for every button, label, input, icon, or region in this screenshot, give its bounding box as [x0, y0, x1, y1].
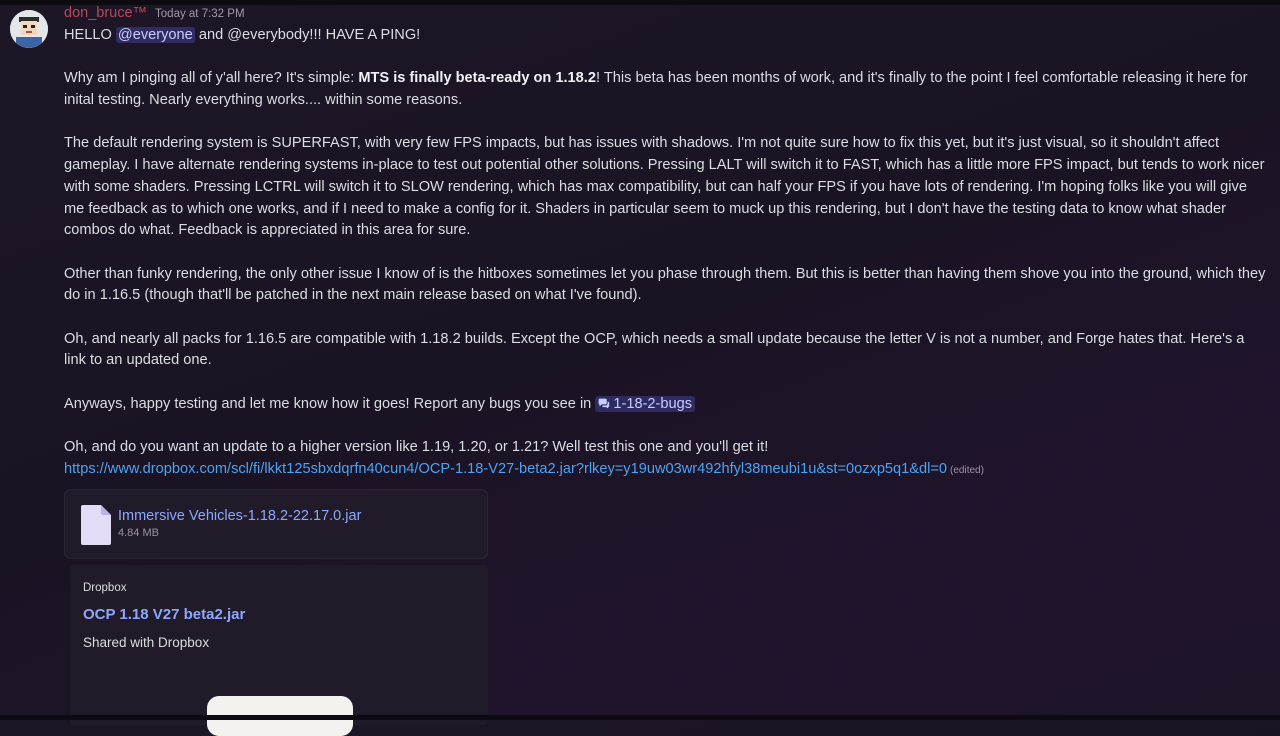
timestamp[interactable]: Today at 7:32 PM	[155, 8, 245, 20]
message-content: HELLO @everyone and @everybody!!! HAVE A…	[64, 25, 1269, 482]
embed-title[interactable]: OCP 1.18 V27 beta2.jar	[83, 606, 245, 623]
attachment-file-name[interactable]: Immersive Vehicles-1.18.2-22.17.0.jar	[118, 508, 361, 524]
message-paragraph-4: Other than funky rendering, the only oth…	[64, 265, 1266, 304]
para2-bold: MTS is finally beta-ready on 1.18.2	[358, 70, 596, 87]
message-header: don_bruce™ Today at 7:32 PM	[64, 5, 245, 25]
username[interactable]: don_bruce™	[64, 5, 147, 21]
message-paragraph-2: Why am I pinging all of y'all here? It's…	[64, 68, 1269, 111]
greeting-rest-text: and @everybody!!! HAVE A PING!	[194, 27, 421, 43]
message-paragraph-5: Oh, and nearly all packs for 1.16.5 are …	[64, 330, 1245, 369]
greeting-text: HELLO	[64, 27, 116, 43]
message-paragraph-6: Anyways, happy testing and let me know h…	[64, 394, 1269, 416]
embed-description: Shared with Dropbox	[83, 635, 210, 650]
avatar[interactable]	[10, 10, 48, 48]
para2-start: Why am I pinging all of y'all here? It's…	[64, 70, 359, 87]
link-embed: Dropbox OCP 1.18 V27 beta2.jar Shared wi…	[66, 565, 488, 736]
channel-name: 1-18-2-bugs	[613, 395, 693, 412]
file-attachment[interactable]: Immersive Vehicles-1.18.2-22.17.0.jar 4.…	[64, 489, 488, 559]
message-paragraph-7: Oh, and do you want an update to a highe…	[64, 437, 1269, 481]
forum-channel-icon	[598, 398, 610, 409]
para6-text: Anyways, happy testing and let me know h…	[64, 395, 596, 412]
file-icon	[81, 505, 111, 545]
attachment-file-size: 4.84 MB	[118, 527, 159, 539]
message-line-1: HELLO @everyone and @everybody!!! HAVE A…	[64, 25, 1269, 47]
edited-marker: (edited)	[950, 464, 984, 476]
bottom-frame-bar	[0, 715, 1280, 720]
message-paragraph-3: The default rendering system is SUPERFAS…	[64, 135, 1265, 239]
embed-provider: Dropbox	[83, 582, 127, 594]
everyone-mention[interactable]: @everyone	[115, 27, 195, 43]
para7-text: Oh, and do you want an update to a highe…	[64, 439, 769, 456]
channel-mention[interactable]: 1-18-2-bugs	[595, 395, 696, 412]
dropbox-link[interactable]: https://www.dropbox.com/scl/fi/lkkt125sb…	[64, 461, 947, 477]
